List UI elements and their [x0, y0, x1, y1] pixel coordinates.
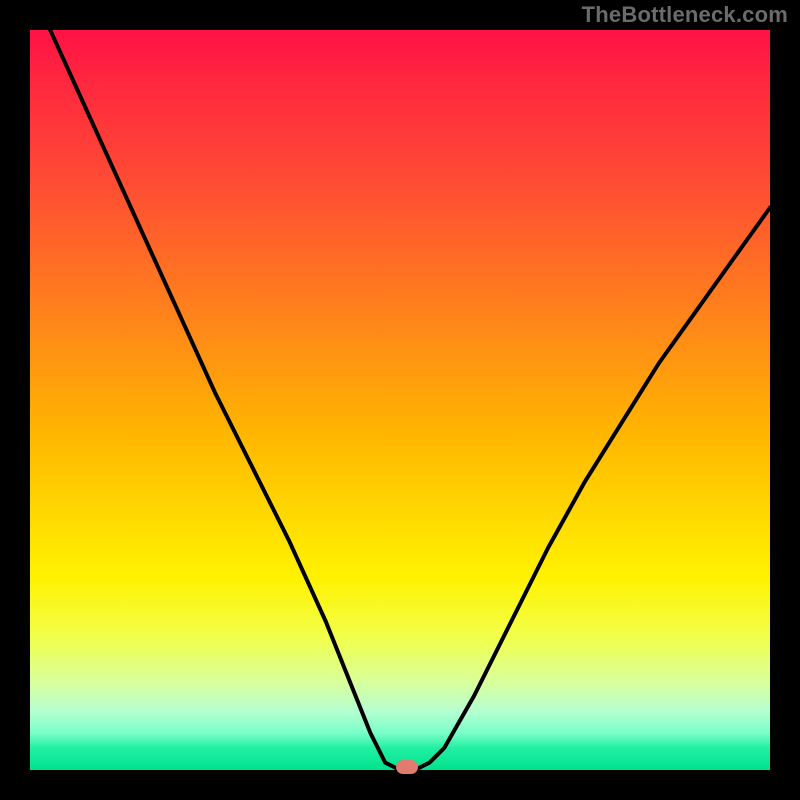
- chart-frame: TheBottleneck.com: [0, 0, 800, 800]
- watermark-text: TheBottleneck.com: [582, 2, 788, 28]
- minimum-marker: [396, 760, 418, 774]
- chart-plot-area: [30, 30, 770, 770]
- bottleneck-curve: [30, 30, 770, 770]
